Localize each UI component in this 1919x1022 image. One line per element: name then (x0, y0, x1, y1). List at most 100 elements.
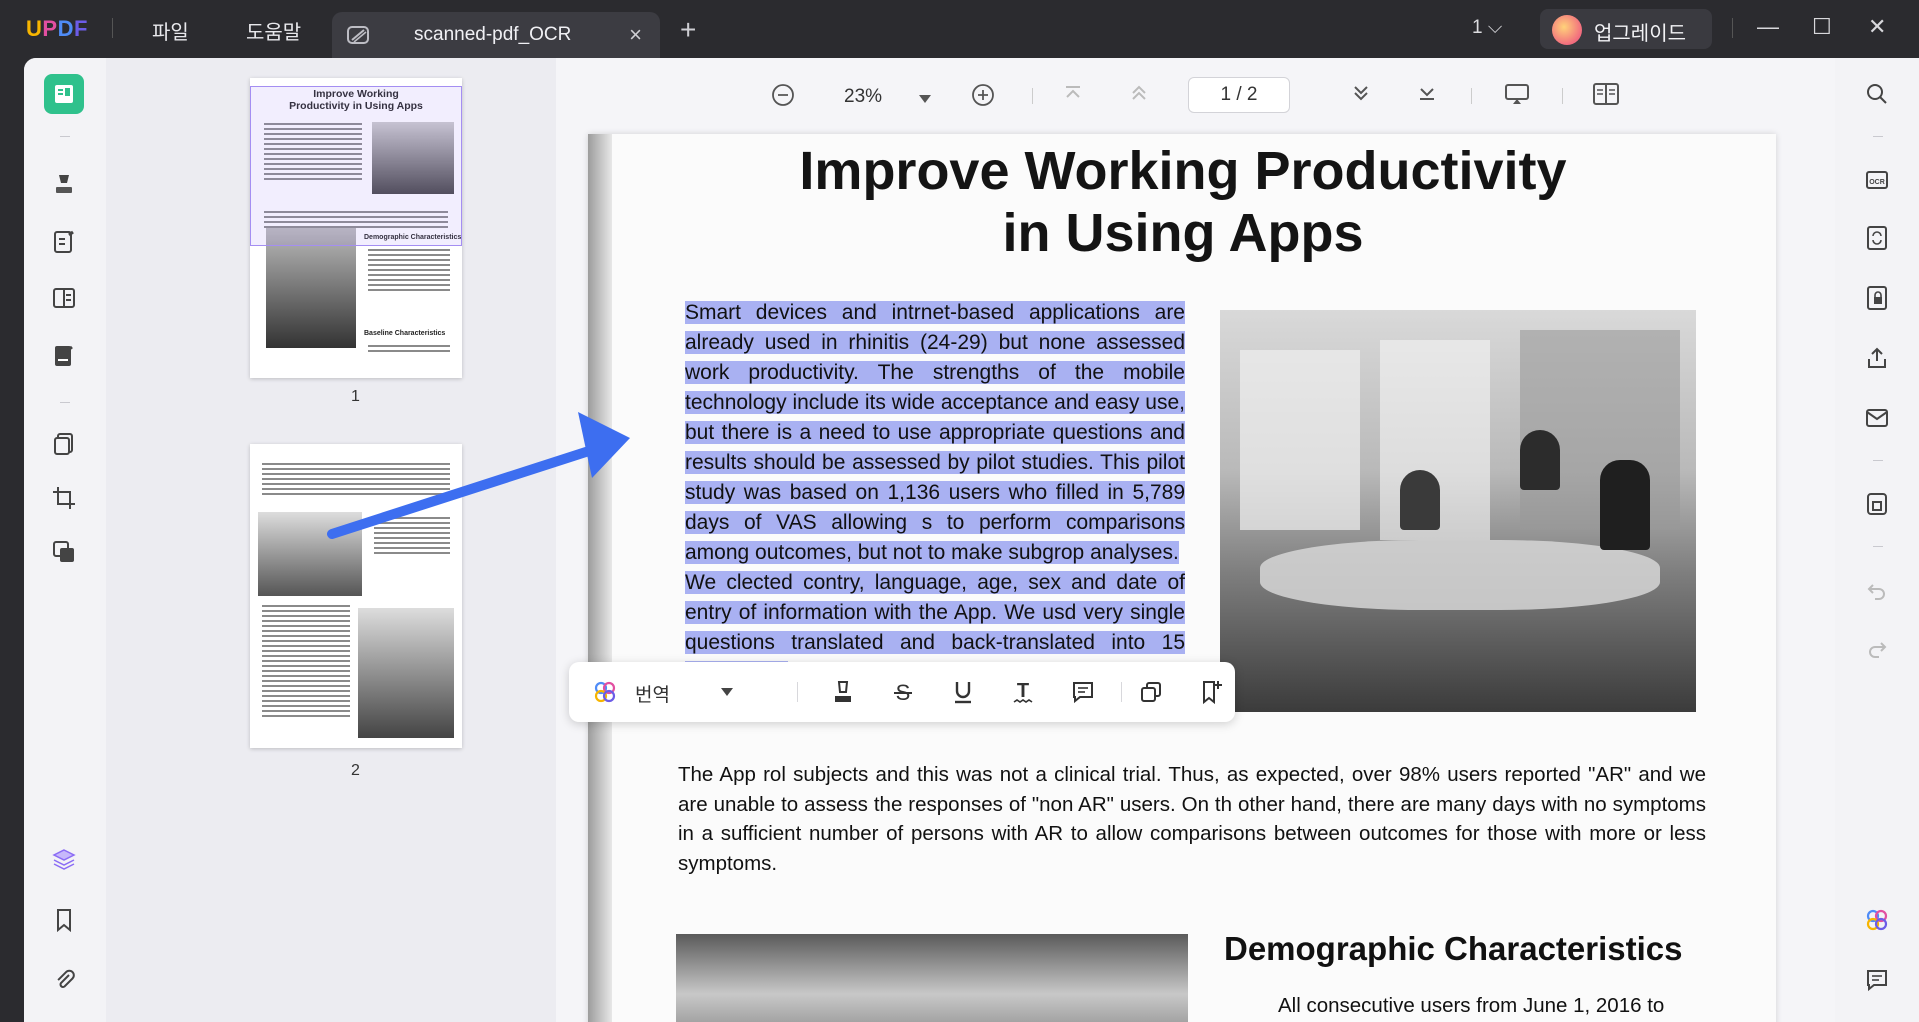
viewport-indicator[interactable] (250, 86, 462, 246)
squiggly-icon[interactable]: T (1007, 676, 1039, 708)
upgrade-label: 업그레이드 (1594, 23, 1686, 45)
meeting-table (1260, 540, 1660, 610)
paragraph-2: The App rol subjects and this was not a … (678, 763, 1706, 875)
convert-icon[interactable] (1857, 218, 1897, 258)
divider (1121, 682, 1122, 702)
minimize-button[interactable]: — (1757, 14, 1779, 40)
bottom-photo (676, 934, 1188, 1022)
previous-page-icon[interactable] (1128, 82, 1150, 109)
maximize-button[interactable]: ☐ (1812, 14, 1832, 40)
reader-mode-icon[interactable] (44, 74, 84, 114)
ocr-icon[interactable]: OCR (1857, 160, 1897, 200)
ai-assistant-icon[interactable] (1857, 900, 1897, 940)
person (1400, 470, 1440, 530)
selected-paragraph[interactable]: Smart devices and intrnet-based applicat… (685, 298, 1185, 688)
divider (1471, 88, 1472, 104)
thumbnail-photo (358, 608, 454, 738)
save-icon[interactable] (1857, 484, 1897, 524)
copy-icon[interactable] (1135, 676, 1167, 708)
updf-app: UPDF 파일 도움말 scanned-pdf_OCR × + 1 ⌵ 업그레이… (0, 0, 1919, 1022)
ai-translate-icon[interactable] (589, 676, 621, 708)
attachment-icon[interactable] (44, 960, 84, 1000)
thumbnail-text (362, 342, 456, 355)
email-icon[interactable] (1857, 398, 1897, 438)
person (1600, 460, 1650, 550)
divider (797, 682, 798, 702)
thumbnail-panel: Improve Working Productivity in Using Ap… (106, 58, 556, 1022)
page-thumbnail-2[interactable] (250, 444, 462, 748)
document-tab[interactable]: scanned-pdf_OCR × (332, 12, 660, 58)
zoom-out-icon[interactable] (770, 82, 796, 113)
document-title-line1: Improve Working Productivity (799, 141, 1567, 201)
strikethrough-icon[interactable]: S (887, 676, 919, 708)
last-page-icon[interactable] (1416, 82, 1438, 109)
page-number-input[interactable]: 1 / 2 (1188, 77, 1290, 113)
divider (60, 136, 70, 137)
thumbnail-text (256, 602, 356, 720)
highlight-icon[interactable] (827, 676, 859, 708)
divider (1032, 88, 1033, 104)
protect-icon[interactable] (1857, 278, 1897, 318)
search-icon[interactable] (1857, 74, 1897, 114)
thumbnail-photo (258, 512, 362, 596)
document-title-line2: in Using Apps (1002, 203, 1364, 263)
underline-icon[interactable] (947, 676, 979, 708)
tab-close-icon[interactable]: × (629, 22, 642, 48)
bookmark-icon[interactable] (44, 900, 84, 940)
redo-icon[interactable] (1857, 628, 1897, 668)
zoom-level[interactable]: 23% (844, 86, 882, 108)
updf-logo[interactable]: UPDF (26, 16, 88, 42)
title-bar: UPDF 파일 도움말 scanned-pdf_OCR × + 1 ⌵ 업그레이… (0, 0, 1919, 58)
menu-help[interactable]: 도움말 (246, 16, 301, 45)
new-tab-button[interactable]: + (680, 14, 696, 46)
selected-text: Smart devices and intrnet-based applicat… (685, 301, 1185, 564)
divider (1873, 136, 1883, 137)
window-panel (1240, 350, 1360, 530)
translate-dropdown-icon[interactable] (715, 676, 739, 708)
crop-icon[interactable] (44, 478, 84, 518)
svg-text:T: T (1017, 680, 1029, 702)
first-page-icon[interactable] (1062, 82, 1084, 109)
add-bookmark-icon[interactable] (1195, 676, 1227, 708)
layers-icon[interactable] (44, 840, 84, 880)
thumbnail-label-2: 2 (351, 762, 360, 779)
pdf-page[interactable]: Improve Working Productivity in Using Ap… (588, 134, 1776, 1022)
left-toolbar (24, 58, 106, 1022)
share-icon[interactable] (1857, 338, 1897, 378)
person (1520, 430, 1560, 490)
page-tools-icon[interactable] (44, 532, 84, 572)
thumbnail-heading: Baseline Characteristics (364, 330, 446, 337)
selection-toolbar: 번역 S T (569, 662, 1235, 722)
menu-file[interactable]: 파일 (152, 16, 189, 45)
divider (1873, 546, 1883, 547)
translate-button[interactable]: 번역 (635, 680, 670, 707)
divider (1562, 88, 1563, 104)
sign-icon[interactable] (44, 336, 84, 376)
thumbnail-text (362, 246, 456, 294)
thumbnail-label-1: 1 (351, 388, 360, 405)
divider (112, 18, 113, 38)
presentation-icon[interactable] (1504, 82, 1530, 111)
comment-highlighter-icon[interactable] (44, 164, 84, 204)
page-display-icon[interactable] (1592, 82, 1620, 111)
edit-pdf-icon[interactable] (44, 222, 84, 262)
zoom-in-icon[interactable] (970, 82, 996, 113)
thumbnail-text (368, 514, 456, 557)
close-window-button[interactable]: ✕ (1868, 14, 1886, 40)
page-thumbnail-1[interactable]: Improve Working Productivity in Using Ap… (250, 78, 462, 378)
scan-edge (588, 134, 612, 1022)
svg-text:OCR: OCR (1869, 179, 1885, 186)
comment-list-icon[interactable] (1857, 960, 1897, 1000)
divider (1873, 460, 1883, 461)
note-icon[interactable] (1067, 676, 1099, 708)
next-page-icon[interactable] (1350, 82, 1372, 109)
form-icon[interactable] (44, 278, 84, 318)
ocr-document-icon (347, 26, 369, 44)
organize-pages-icon[interactable] (44, 424, 84, 464)
undo-icon[interactable] (1857, 570, 1897, 610)
section-text: All consecutive users from June 1, 2016 … (1278, 994, 1665, 1017)
zoom-dropdown-icon[interactable] (918, 88, 932, 109)
page-dropdown[interactable]: 1 ⌵ (1472, 17, 1502, 39)
upgrade-button[interactable]: 업그레이드 (1540, 9, 1712, 49)
right-toolbar: OCR (1835, 58, 1919, 1022)
